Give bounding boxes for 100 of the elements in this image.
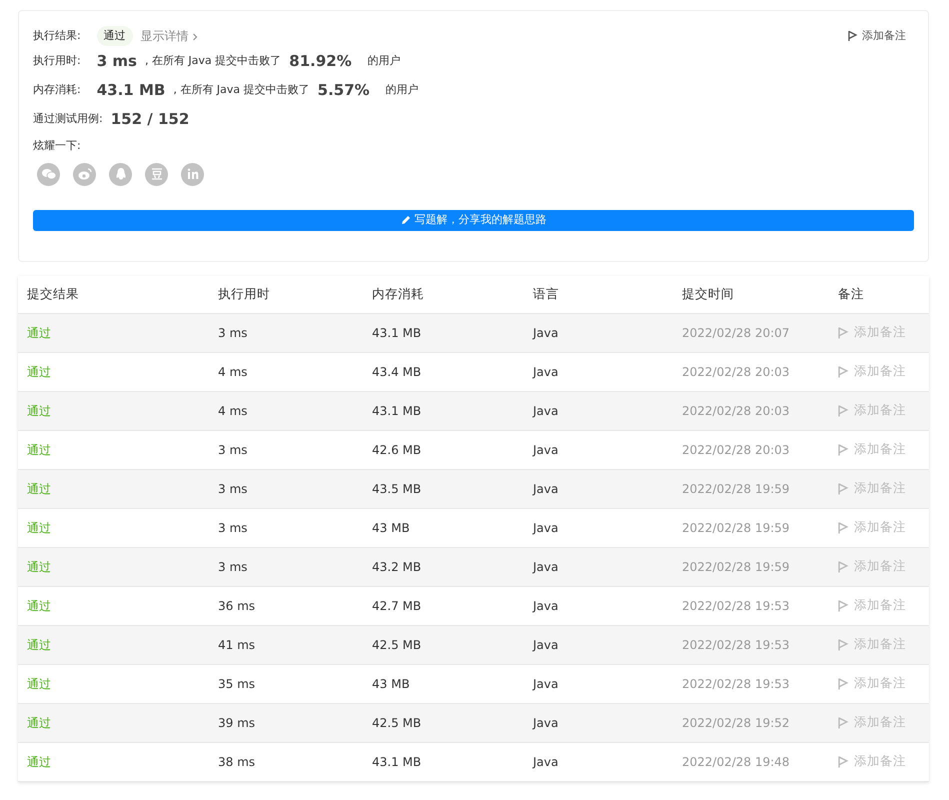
result-link[interactable]: 通过 (27, 362, 218, 380)
add-note-button[interactable]: 添加备注 (838, 713, 929, 732)
stat-text: , 在所有 Java 提交中击败了 (144, 53, 282, 70)
stat-value: 3 ms (96, 51, 137, 72)
wechat-icon (42, 168, 56, 180)
add-note-button[interactable]: 添加备注 (838, 440, 929, 459)
table-cell-text: Java (533, 442, 560, 458)
flag-icon (838, 676, 849, 690)
chevron-icon (192, 32, 198, 41)
result-link[interactable]: 通过 (27, 440, 218, 458)
tests-label: 通过测试用例: (33, 111, 103, 128)
table-cell-text: Java (533, 558, 560, 576)
table-cell-text: 43.1 MB (372, 754, 422, 770)
table-cell-text: 42.6 MB (372, 442, 422, 458)
table-cell-text: Java (533, 364, 560, 380)
flag-icon (838, 404, 849, 418)
penguin-share-button[interactable] (109, 162, 132, 186)
result-link[interactable]: 通过 (27, 518, 218, 536)
table-cell-text: 2022/02/28 20:03 (682, 402, 791, 420)
column-header: 语言 (533, 284, 560, 303)
result-link[interactable]: 通过 (27, 674, 218, 692)
table-cell-text: Java (533, 402, 560, 420)
table-cell-text: 4 ms (218, 402, 248, 420)
add-note-button[interactable]: 添加备注 (838, 596, 929, 615)
table-cell-text: 2022/02/28 19:52 (682, 714, 791, 732)
add-note-button[interactable]: 添加备注 (838, 479, 929, 498)
details-link[interactable]: 显示详情 (140, 27, 198, 45)
add-note-button[interactable]: 添加备注 (838, 674, 929, 693)
stat-label: 内存消耗: (33, 82, 81, 98)
result-link[interactable]: 通过 (27, 714, 218, 732)
table-cell-text: 43.5 MB (372, 480, 422, 498)
wechat-share-button[interactable] (37, 162, 60, 186)
flag-icon (838, 364, 849, 378)
table-cell-text: 43.2 MB (372, 558, 422, 576)
table-cell-text: 39 ms (218, 714, 256, 732)
column-header: 内存消耗 (372, 284, 425, 303)
table-cell-text: 2022/02/28 19:59 (682, 520, 791, 536)
result-link[interactable]: 通过 (27, 402, 218, 420)
table-cell-text: Java (533, 480, 560, 498)
table-cell-text: 35 ms (218, 676, 256, 692)
table-cell-text: 2022/02/28 19:53 (682, 636, 791, 654)
result-link[interactable]: 通过 (27, 324, 218, 342)
table-cell-text: 38 ms (218, 754, 256, 770)
add-note-button[interactable]: 添加备注 (848, 28, 906, 44)
table-cell-text: 4 ms (218, 364, 248, 380)
table-cell-text: 42.5 MB (372, 636, 422, 654)
add-note-button[interactable]: 添加备注 (838, 752, 929, 771)
stat-percent: 5.57% (318, 80, 370, 102)
table-cell-text: 2022/02/28 19:53 (682, 676, 791, 692)
stat-suffix: 的用户 (368, 53, 401, 70)
table-cell-text: 3 ms (218, 558, 248, 576)
add-note-button[interactable]: 添加备注 (838, 518, 929, 537)
flag-icon (838, 638, 849, 652)
linkedin-share-button[interactable] (181, 162, 204, 186)
douban-share-button[interactable] (145, 162, 168, 186)
table-cell-text: 42.5 MB (372, 714, 422, 732)
table-cell-text: 43.1 MB (372, 402, 422, 420)
result-link[interactable]: 通过 (27, 558, 218, 576)
add-note-button[interactable]: 添加备注 (838, 401, 929, 420)
flag-icon (838, 716, 849, 730)
table-cell-text: Java (533, 520, 560, 536)
table-cell-text: 3 ms (218, 480, 248, 498)
table-cell-text: 2022/02/28 19:48 (682, 754, 791, 770)
stat-suffix: 的用户 (386, 82, 419, 98)
add-note-button[interactable]: 添加备注 (838, 323, 929, 342)
result-link[interactable]: 通过 (27, 752, 218, 770)
flag-icon (838, 598, 849, 612)
linkedin-icon (186, 168, 198, 180)
table-cell-text: 3 ms (218, 324, 248, 342)
flag-icon (838, 482, 849, 496)
flag-icon (848, 30, 858, 42)
table-cell-text: Java (533, 754, 560, 770)
result-link[interactable]: 通过 (27, 596, 218, 614)
tests-value: 152 / 152 (110, 109, 190, 130)
status-pill: 通过 (96, 26, 133, 46)
pencil-icon (400, 215, 410, 225)
write-solution-button[interactable]: 写题解，分享我的解题思路 (33, 210, 914, 230)
douban-icon (150, 168, 162, 180)
weibo-share-button[interactable] (73, 162, 96, 186)
flag-icon (838, 560, 849, 574)
flag-icon (838, 520, 849, 534)
table-cell-text: 2022/02/28 19:59 (682, 558, 791, 576)
add-note-button[interactable]: 添加备注 (838, 557, 929, 576)
table-cell-text: 3 ms (218, 442, 248, 458)
table-cell-text: 43.1 MB (372, 324, 422, 342)
penguin-icon (114, 167, 126, 181)
result-link[interactable]: 通过 (27, 480, 218, 498)
table-cell-text: 3 ms (218, 520, 248, 536)
result-link[interactable]: 通过 (27, 636, 218, 654)
column-header: 备注 (838, 284, 865, 303)
table-cell-text: Java (533, 598, 560, 614)
add-note-button[interactable]: 添加备注 (838, 362, 929, 381)
column-header: 提交结果 (27, 284, 80, 303)
table-cell-text: 43 MB (372, 676, 411, 692)
flag-icon (838, 442, 849, 456)
table-cell-text: Java (533, 714, 560, 732)
column-header: 提交时间 (682, 284, 735, 303)
add-note-button[interactable]: 添加备注 (838, 635, 929, 654)
table-cell-text: 2022/02/28 20:03 (682, 442, 791, 458)
result-label: 执行结果: (33, 28, 81, 44)
